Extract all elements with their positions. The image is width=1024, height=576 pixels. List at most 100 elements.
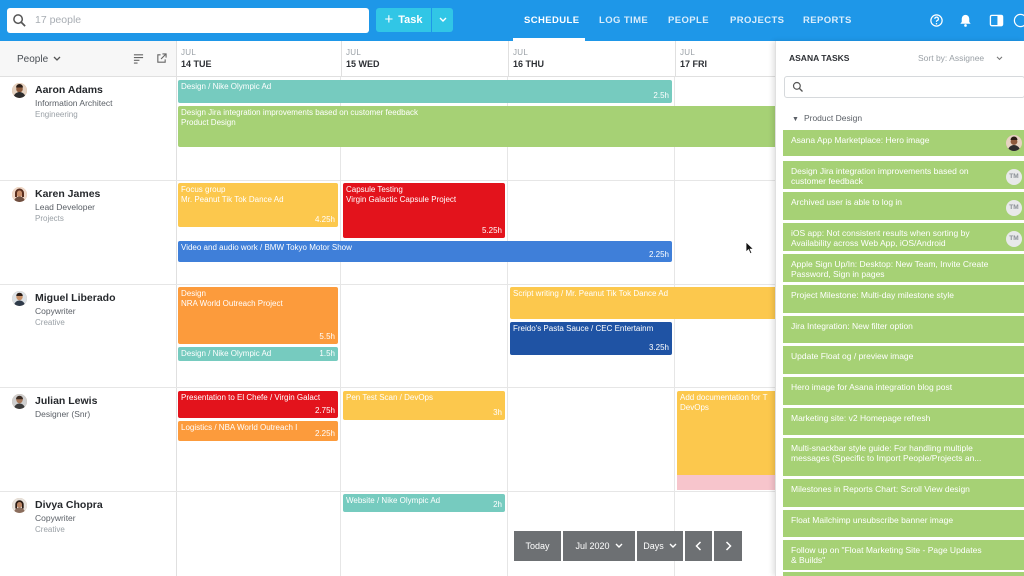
task-bar[interactable]: Design Jira integration improvements bas… xyxy=(178,106,775,147)
person-role: Lead Developer xyxy=(35,202,96,212)
asana-tasks-panel: ASANA TASKS Sort by: Assignee ▼ Product D… xyxy=(775,41,1024,576)
task-project: Product Design xyxy=(181,118,236,127)
asana-task-item[interactable] xyxy=(783,572,1024,576)
bell-icon[interactable] xyxy=(958,13,973,28)
sort-select[interactable]: Sort by: Assignee xyxy=(918,53,984,63)
asana-task-item[interactable]: Follow up on "Float Marketing Site - Pag… xyxy=(783,540,1024,570)
person-name: Karen James xyxy=(35,188,101,200)
person-cell[interactable]: Julian Lewis Designer (Snr) xyxy=(0,388,177,491)
asana-task-text: iOS app: Not consistent results when sor… xyxy=(791,228,970,248)
asana-task-item[interactable]: Milestones in Reports Chart: Scroll View… xyxy=(783,479,1024,507)
tab-reports[interactable]: REPORTS xyxy=(803,15,852,26)
task-bar[interactable]: Pen Test Scan / DevOps 3h xyxy=(343,391,505,420)
asana-task-item[interactable]: Design Jira integration improvements bas… xyxy=(783,161,1024,189)
person-role: Copywriter xyxy=(35,513,76,523)
task-hours: 3.25h xyxy=(648,343,669,352)
tab-projects[interactable]: PROJECTS xyxy=(730,15,784,26)
task-bar[interactable]: Presentation to El Chefe / Virgin Galact… xyxy=(178,391,338,418)
sort-list-icon[interactable] xyxy=(133,53,144,64)
people-header: People xyxy=(0,41,177,77)
asana-task-text: Jira Integration: New filter option xyxy=(791,321,913,331)
task-bar[interactable]: Logistics / NBA World Outreach I 2.25h xyxy=(178,421,338,441)
search-input[interactable]: 17 people xyxy=(35,14,81,26)
task-bar[interactable]: Script writing / Mr. Peanut Tik Tok Danc… xyxy=(510,287,775,319)
task-hours: 2.5h xyxy=(653,91,669,100)
search-box[interactable]: 17 people xyxy=(7,8,369,33)
assignee-initials: TM xyxy=(1006,169,1022,185)
view-select[interactable]: Days xyxy=(637,531,683,561)
task-title: Design / Nike Olympic Ad xyxy=(181,82,272,91)
task-hours: 4.25h xyxy=(314,215,335,224)
task-title: Design / Nike Olympic Ad xyxy=(181,349,272,358)
task-title: Focus group xyxy=(181,185,226,194)
open-external-icon[interactable] xyxy=(156,53,167,64)
panel-search-input[interactable] xyxy=(784,76,1024,98)
task-dropdown-button[interactable] xyxy=(432,8,453,32)
task-bar[interactable]: Design / Nike Olympic Ad 1.5h xyxy=(178,347,338,361)
task-bar[interactable]: Focus group Mr. Peanut Tik Tok Dance Ad … xyxy=(178,183,338,227)
person-role: Designer (Snr) xyxy=(35,409,91,419)
tab-people[interactable]: PEOPLE xyxy=(668,15,709,26)
task-title: Video and audio work / BMW Tokyo Motor S… xyxy=(181,243,352,252)
chevron-down-icon xyxy=(615,543,623,548)
task-title: Add documentation for T xyxy=(680,393,768,402)
asana-task-item[interactable]: Multi-snackbar style guide: For handling… xyxy=(783,438,1024,476)
month-select[interactable]: Jul 2020 xyxy=(563,531,635,561)
asana-task-item[interactable]: iOS app: Not consistent results when sor… xyxy=(783,223,1024,251)
task-title: Design Jira integration improvements bas… xyxy=(181,108,419,117)
person-cell[interactable]: Miguel Liberado Copywriter Creative xyxy=(0,285,177,387)
day-header: JUL 14 TUE xyxy=(176,41,341,77)
task-title: Design xyxy=(181,289,206,298)
search-icon xyxy=(13,14,26,27)
asana-task-item[interactable]: Archived user is able to log in TM xyxy=(783,192,1024,220)
person-cell[interactable]: Aaron Adams Information Architect Engine… xyxy=(0,77,177,180)
task-bar[interactable]: Website / Nike Olympic Ad 2h xyxy=(343,494,505,512)
task-hours: 2.75h xyxy=(314,406,335,415)
task-hours: 5.25h xyxy=(481,226,502,235)
task-bar[interactable]: Design NRA World Outreach Project 5.5h xyxy=(178,287,338,344)
people-filter[interactable]: People xyxy=(17,54,48,65)
task-group-header[interactable]: ▼ Product Design xyxy=(792,113,862,123)
today-button[interactable]: Today xyxy=(514,531,561,561)
panel-toggle-icon[interactable] xyxy=(989,13,1004,28)
asana-task-text: Project Milestone: Multi-day milestone s… xyxy=(791,290,954,300)
asana-task-text: Follow up on "Float Marketing Site - Pag… xyxy=(791,545,982,565)
day-header-date: 15 WED xyxy=(346,59,380,69)
tab-log-time[interactable]: LOG TIME xyxy=(599,15,648,26)
day-header: JUL 17 FRI xyxy=(675,41,775,77)
panel-title: ASANA TASKS xyxy=(789,53,850,63)
task-bar[interactable]: Video and audio work / BMW Tokyo Motor S… xyxy=(178,241,672,262)
asana-task-text: Multi-snackbar style guide: For handling… xyxy=(791,443,982,463)
asana-task-item[interactable]: Marketing site: v2 Homepage refresh xyxy=(783,408,1024,435)
help-icon[interactable] xyxy=(929,13,944,28)
asana-task-text: Marketing site: v2 Homepage refresh xyxy=(791,413,931,423)
task-hours: 3h xyxy=(493,408,502,417)
person-cell[interactable]: Divya Chopra Copywriter Creative xyxy=(0,492,177,576)
asana-task-item[interactable]: Float Mailchimp unsubscribe banner image xyxy=(783,510,1024,537)
avatar xyxy=(12,83,27,98)
next-button[interactable] xyxy=(714,531,742,561)
task-bar[interactable]: Design / Nike Olympic Ad 2.5h xyxy=(178,80,672,103)
tab-schedule[interactable]: SCHEDULE xyxy=(524,15,579,26)
previous-button[interactable] xyxy=(685,531,712,561)
person-department: Creative xyxy=(35,525,65,534)
asana-task-text: Milestones in Reports Chart: Scroll View… xyxy=(791,484,970,494)
task-title: Presentation to El Chefe / Virgin Galact xyxy=(181,393,321,402)
asana-task-item[interactable]: Project Milestone: Multi-day milestone s… xyxy=(783,285,1024,313)
chevron-down-icon[interactable] xyxy=(53,56,61,62)
task-bar[interactable]: Capsule Testing Virgin Galactic Capsule … xyxy=(343,183,505,238)
task-bar[interactable]: Freido's Pasta Sauce / CEC Entertainm 3.… xyxy=(510,322,672,355)
day-header-month: JUL xyxy=(346,48,362,57)
person-cell[interactable]: Karen James Lead Developer Projects xyxy=(0,181,177,284)
add-task-button[interactable]: + Task xyxy=(376,8,431,32)
chevron-down-icon[interactable] xyxy=(996,56,1003,61)
asana-task-item[interactable]: Hero image for Asana integration blog po… xyxy=(783,377,1024,405)
task-hours: 5.5h xyxy=(319,332,335,341)
asana-task-item[interactable]: Jira Integration: New filter option xyxy=(783,316,1024,343)
user-menu-icon[interactable] xyxy=(1013,13,1024,28)
task-bar[interactable]: Add documentation for T DevOps xyxy=(677,391,775,475)
asana-task-item[interactable]: Apple Sign Up/In: Desktop: New Team, Inv… xyxy=(783,254,1024,282)
asana-task-item[interactable]: Asana App Marketplace: Hero image xyxy=(783,130,1024,156)
asana-task-text: Asana App Marketplace: Hero image xyxy=(791,135,930,145)
asana-task-item[interactable]: Update Float og / preview image xyxy=(783,346,1024,374)
